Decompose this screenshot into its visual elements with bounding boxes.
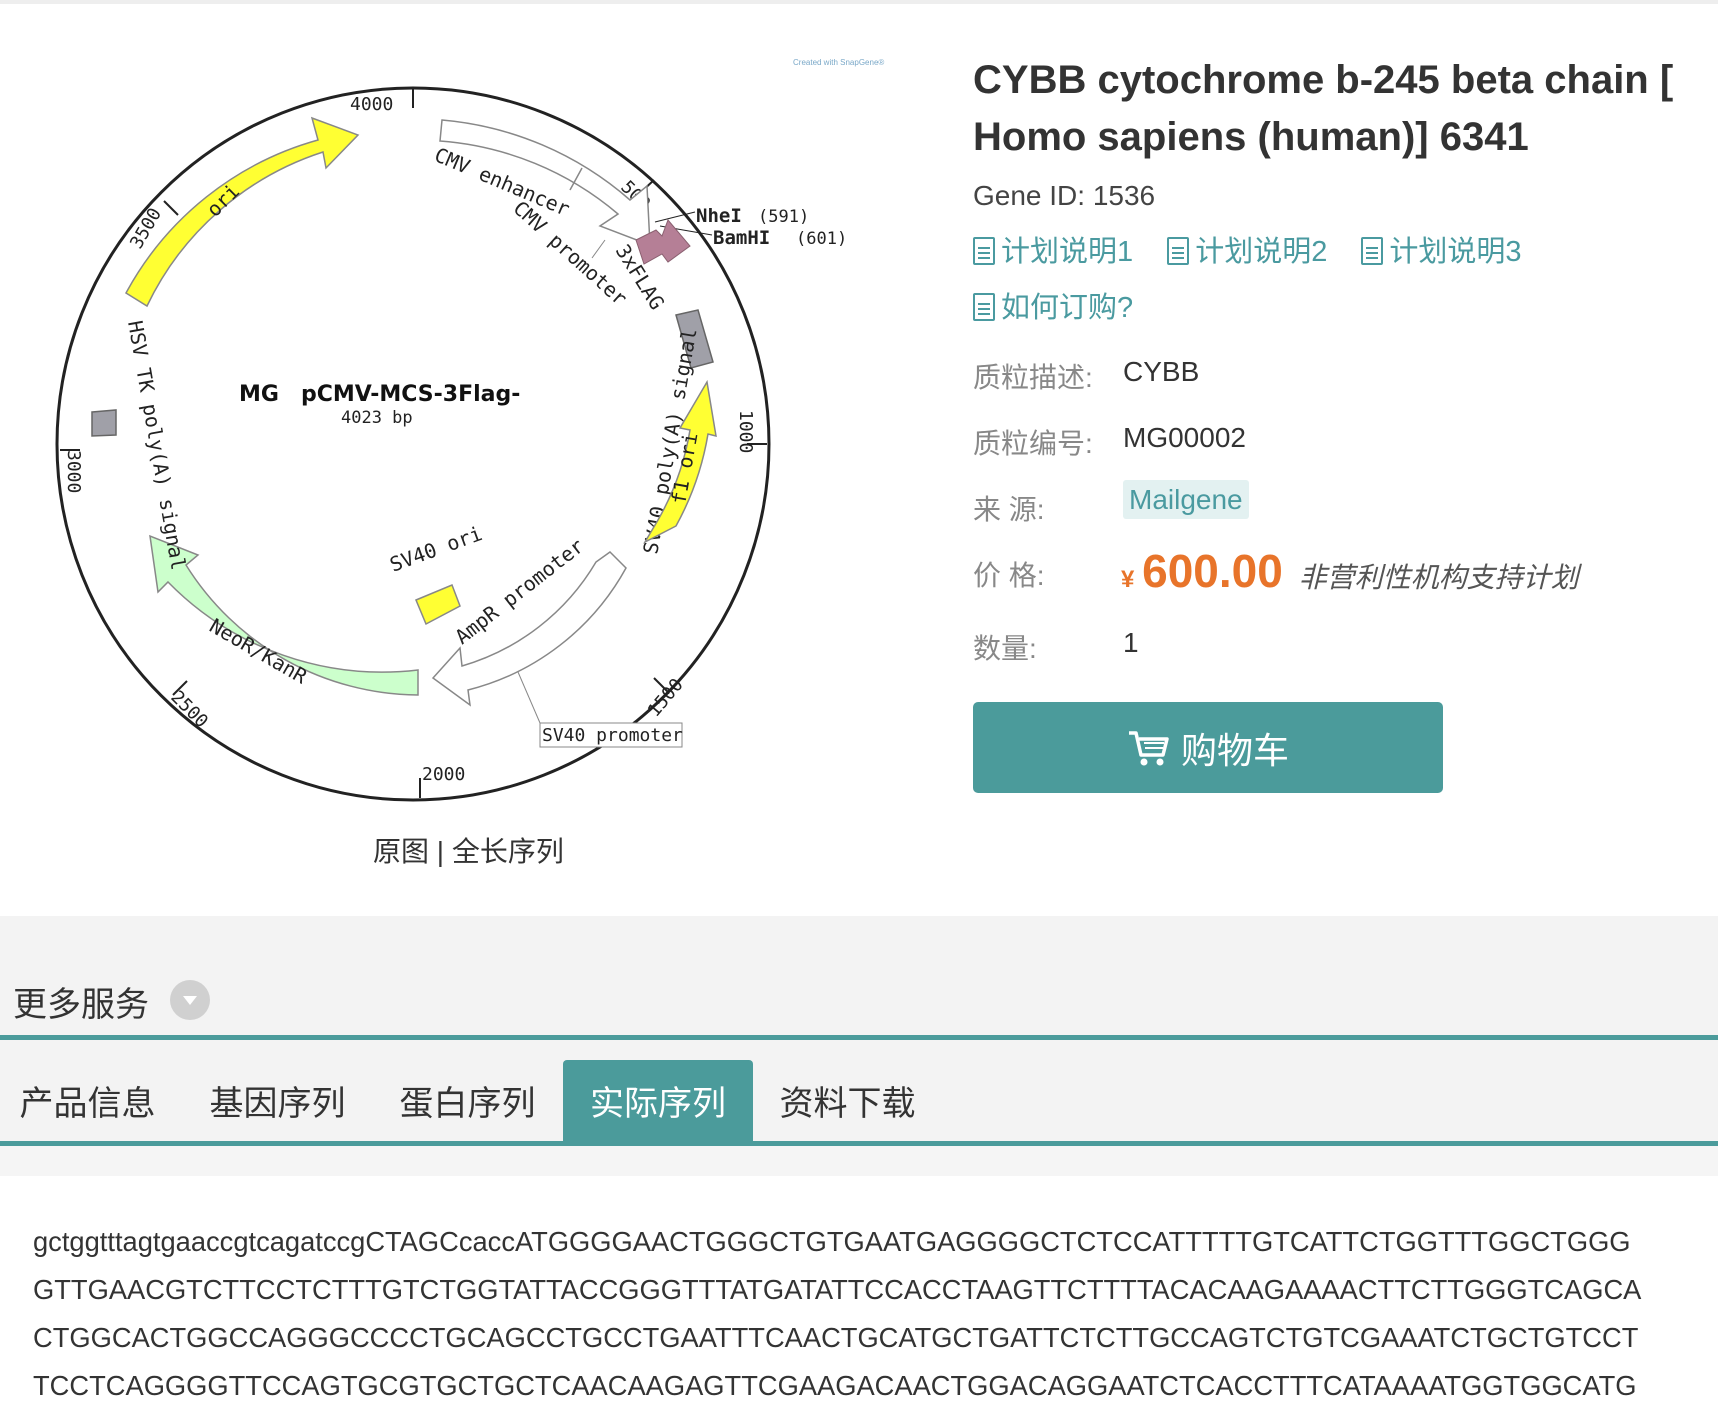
sequence-line: CTGGCACTGGCCAGGGCCCCTGCAGCCTGCCTGAATTTCA… — [33, 1322, 1639, 1353]
site-nhei-pos: (591) — [758, 207, 809, 227]
doc-link-label: 计划说明2 — [1195, 236, 1328, 268]
site-bamhi-name: BamHI — [713, 227, 770, 249]
code-value: MG00002 — [1123, 422, 1246, 453]
price-note: 非营利性机构支持计划 — [1298, 562, 1579, 593]
document-icon — [973, 293, 995, 321]
full-sequence-link[interactable]: 全长序列 — [452, 836, 564, 867]
tab-gene-sequence[interactable]: 基因序列 — [190, 1060, 365, 1141]
price-value: 600.00 — [1142, 545, 1283, 597]
field-price: 价 格: ¥ 600.00 非营利性机构支持计划 — [973, 545, 1579, 597]
sequence-line: gctggtttagtgaaccgtcagatccgCTAGCcaccATGGG… — [33, 1226, 1631, 1257]
quantity-label: 数量: — [973, 633, 1037, 664]
plasmid-map-svg: Created with SnapGene® 4000 500 1000 150… — [55, 58, 884, 802]
sequence-line: GTTGAACGTCTTCCTCTTTGTCTGGTATTACCGGGTTTAT… — [33, 1274, 1642, 1305]
product-info: CYBB cytochrome b-245 beta chain [ Homo … — [973, 52, 1693, 336]
sv40-promoter-leader — [517, 671, 541, 724]
gene-id: Gene ID: 1536 — [973, 180, 1156, 211]
quantity-value[interactable]: 1 — [1123, 627, 1139, 659]
map-links-separator: | — [436, 836, 445, 867]
more-services-toggle[interactable] — [170, 980, 210, 1020]
plan-docs: 计划说明1 计划说明2 计划说明3 如何订购? — [973, 224, 1693, 336]
add-to-cart-button[interactable]: 购物车 — [973, 702, 1443, 793]
snapgene-watermark: Created with SnapGene® — [793, 58, 884, 67]
doc-link-how-to-order[interactable]: 如何订购? — [973, 280, 1133, 336]
tab-actual-sequence[interactable]: 实际序列 — [563, 1060, 753, 1141]
original-image-link[interactable]: 原图 — [373, 836, 429, 867]
more-services-label: 更多服务 — [13, 986, 149, 1024]
price-label: 价 格: — [973, 560, 1045, 591]
tick-label-3000: 3000 — [63, 450, 84, 493]
sequence-line: TCCTCAGGGGTTCCAGTGCGTGCTGCTCAACAAGAGTTCG… — [33, 1370, 1637, 1401]
plasmid-name: pCMV-MCS-3Flag- — [301, 382, 520, 407]
code-label: 质粒编号: — [973, 428, 1093, 459]
tick-label-1000: 1000 — [735, 410, 756, 453]
top-divider — [0, 0, 1718, 4]
tick-label-4000: 4000 — [350, 94, 393, 115]
doc-link-plan-1[interactable]: 计划说明1 — [973, 224, 1133, 280]
sequence-text: gctggtttagtgaaccgtcagatccgCTAGCcaccATGGG… — [33, 1218, 1693, 1410]
tab-product-info[interactable]: 产品信息 — [0, 1060, 175, 1141]
document-icon — [1167, 237, 1190, 265]
field-code: 质粒编号: MG00002 — [973, 422, 1246, 462]
plasmid-map[interactable]: Created with SnapGene® 4000 500 1000 150… — [40, 40, 900, 840]
doc-link-plan-3[interactable]: 计划说明3 — [1361, 224, 1522, 280]
tab-downloads[interactable]: 资料下载 — [760, 1060, 935, 1141]
map-links: 原图 | 全长序列 — [373, 830, 564, 870]
tab-bar: 产品信息 基因序列 蛋白序列 实际序列 资料下载 — [0, 1040, 1718, 1141]
tick-label-1500: 1500 — [644, 675, 688, 722]
doc-link-plan-2[interactable]: 计划说明2 — [1167, 224, 1327, 280]
source-label: 来 源: — [973, 494, 1045, 525]
field-source: 来 源: Mailgene — [973, 480, 1249, 528]
doc-link-label: 计划说明1 — [1001, 236, 1134, 268]
more-services-bar: 更多服务 — [0, 916, 1718, 1038]
description-label: 质粒描述: — [973, 362, 1093, 393]
feature-sv40-ori[interactable] — [415, 584, 461, 626]
cart-button-label: 购物车 — [1180, 729, 1289, 771]
tick-label-2000: 2000 — [422, 764, 465, 785]
site-bamhi-pos: (601) — [796, 229, 847, 249]
field-quantity: 数量: 1 — [973, 627, 1139, 667]
tab-protein-sequence[interactable]: 蛋白序列 — [380, 1060, 555, 1141]
tick-label-2500: 2500 — [166, 687, 212, 733]
source-badge: Mailgene — [1123, 480, 1249, 519]
document-icon — [973, 237, 995, 265]
cart-icon — [1128, 730, 1169, 765]
feature-sv40-ori-label: SV40 ori — [387, 521, 486, 576]
doc-link-label: 如何订购? — [1001, 292, 1134, 324]
feature-sv40-promoter-label: SV40 promoter — [542, 725, 683, 746]
feature-hsv-tk-polya-label: HSV TK poly(A) signal — [123, 319, 191, 572]
plasmid-name-prefix: MG — [239, 382, 279, 407]
cmv-promoter-leader — [591, 239, 606, 259]
feature-hsv-tk-polya[interactable] — [91, 409, 117, 437]
plasmid-size: 4023 bp — [341, 408, 413, 428]
tick-3500 — [163, 200, 179, 216]
description-value: CYBB — [1123, 356, 1200, 387]
doc-link-label: 计划说明3 — [1389, 236, 1522, 268]
feature-neor-kanr-label: NeoR/KanR — [206, 614, 313, 689]
product-title: CYBB cytochrome b-245 beta chain [ Homo … — [973, 58, 1674, 159]
document-icon — [1361, 237, 1384, 265]
price-currency: ¥ — [1121, 566, 1135, 593]
site-nhei-name: NheI — [696, 205, 742, 227]
field-description: 质粒描述: CYBB — [973, 356, 1199, 396]
